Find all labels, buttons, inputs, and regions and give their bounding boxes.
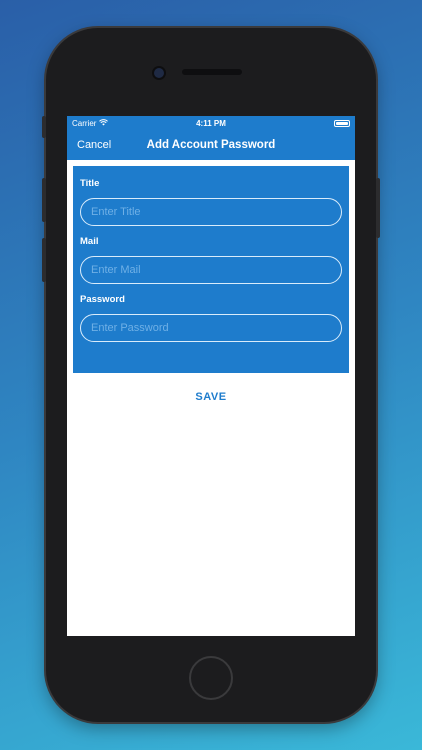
phone-frame: Carrier 4:11 PM Cancel Add Account Passw… xyxy=(42,28,380,722)
title-label: Title xyxy=(80,178,100,189)
navigation-bar: Cancel Add Account Password xyxy=(67,130,355,160)
cancel-button[interactable]: Cancel xyxy=(77,139,111,151)
title-input[interactable] xyxy=(80,198,342,226)
power-button xyxy=(376,178,380,238)
volume-up-button xyxy=(42,178,46,222)
app-screen: Carrier 4:11 PM Cancel Add Account Passw… xyxy=(67,116,355,636)
status-time: 4:11 PM xyxy=(196,118,226,128)
battery-icon xyxy=(334,119,350,127)
save-button[interactable]: SAVE xyxy=(67,391,355,403)
home-button[interactable] xyxy=(189,656,233,700)
front-camera xyxy=(154,68,164,78)
status-bar: Carrier 4:11 PM xyxy=(67,116,355,130)
mail-label: Mail xyxy=(80,236,99,247)
earpiece-speaker xyxy=(182,69,242,75)
mute-switch xyxy=(42,116,46,138)
password-input[interactable] xyxy=(80,314,342,342)
account-form: Title Mail Password xyxy=(73,166,349,373)
password-label: Password xyxy=(80,294,125,305)
mail-input[interactable] xyxy=(80,256,342,284)
volume-down-button xyxy=(42,238,46,282)
